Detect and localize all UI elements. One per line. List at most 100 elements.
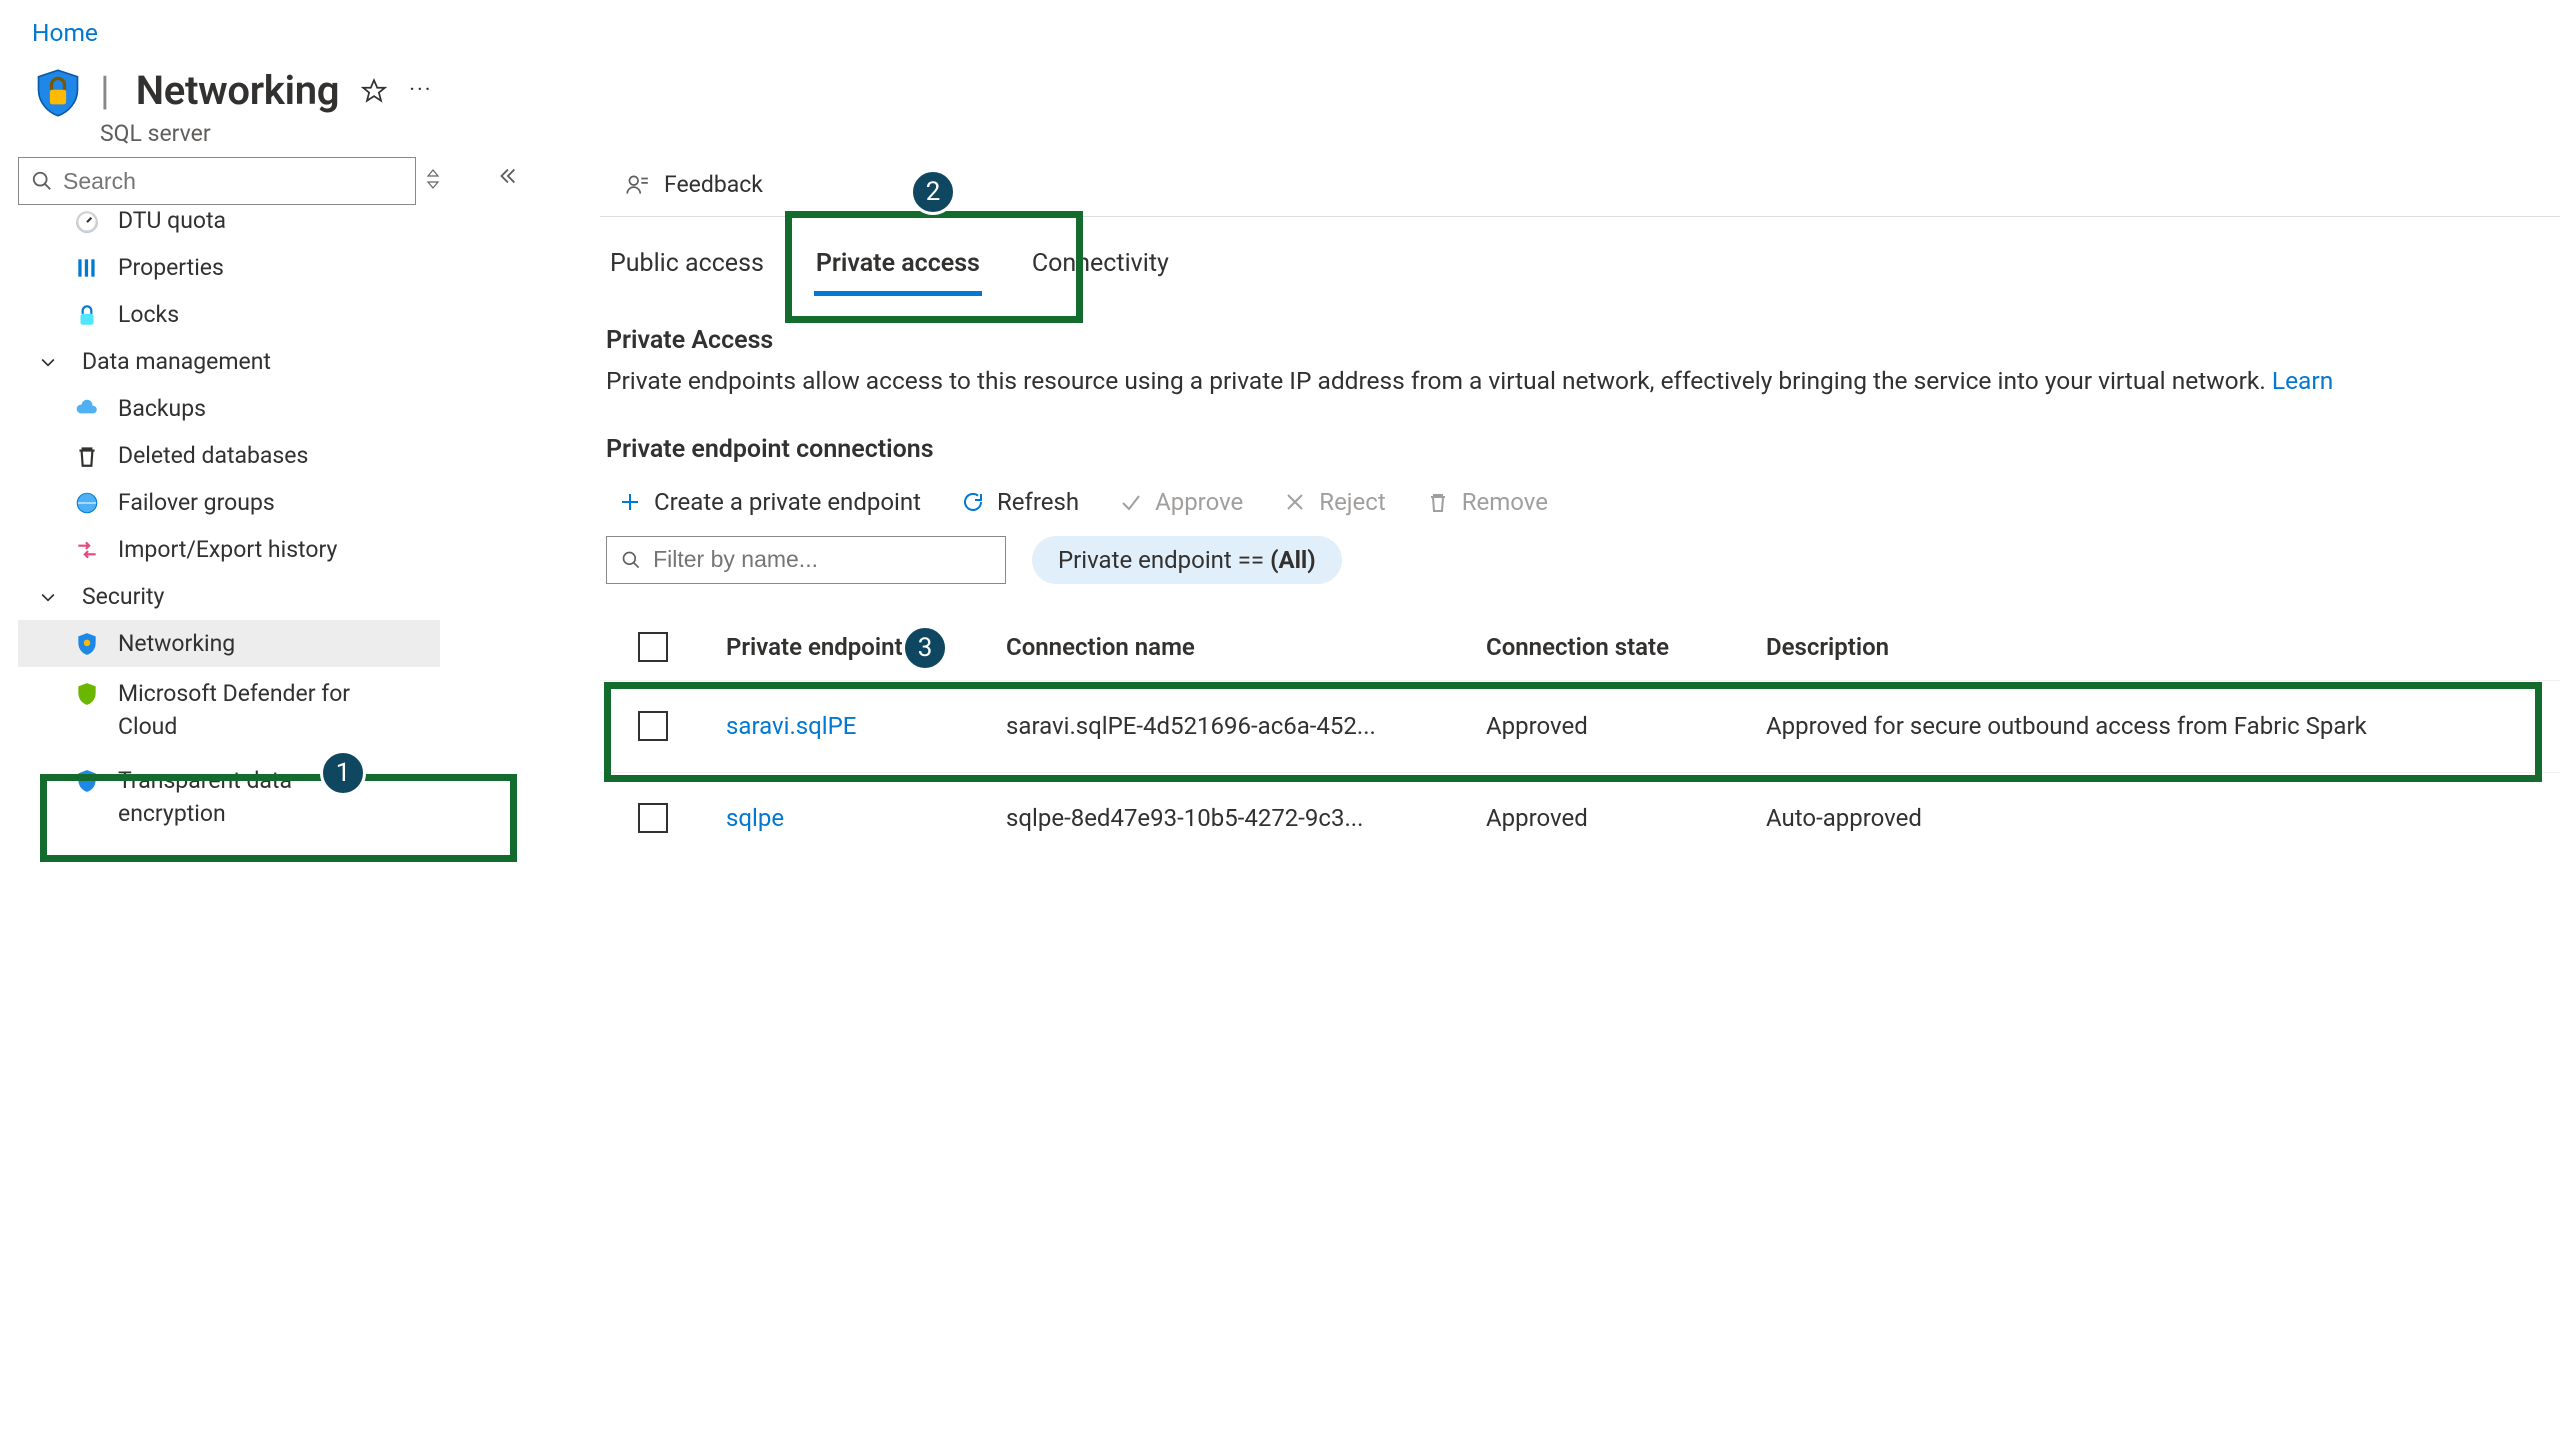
pe-description: Approved for secure outbound access from… <box>1760 702 2540 750</box>
pe-connection-name: saravi.sqlPE-4d521696-ac6a-452... <box>1000 702 1480 750</box>
close-icon <box>1283 490 1307 514</box>
shield-defender-icon <box>74 681 100 707</box>
sidebar-nav: DTU quota Properties Locks <box>18 207 440 1047</box>
lock-icon <box>74 302 100 328</box>
col-description[interactable]: Description <box>1760 623 2540 671</box>
sidebar-item-tde[interactable]: Transparent data encryption <box>18 754 440 841</box>
toolbar-label: Reject <box>1319 488 1385 516</box>
sidebar-group-data-management[interactable]: Data management <box>18 338 440 385</box>
pe-connections-heading: Private endpoint connections <box>606 435 2560 464</box>
refresh-button[interactable]: Refresh <box>961 488 1079 516</box>
tab-public-access[interactable]: Public access <box>608 241 766 296</box>
col-connection-name[interactable]: Connection name <box>1000 623 1480 671</box>
table-row[interactable]: saravi.sqlPE saravi.sqlPE-4d521696-ac6a-… <box>600 680 2560 772</box>
sidebar-group-label: Data management <box>82 348 271 375</box>
sidebar-item-import-export-history[interactable]: Import/Export history <box>18 526 440 573</box>
filter-by-name[interactable] <box>606 536 1006 584</box>
sidebar-item-label: Deleted databases <box>118 442 308 469</box>
sidebar-search[interactable] <box>18 157 416 205</box>
main-content: Feedback Public access Private access Co… <box>440 147 2560 864</box>
sidebar-item-label: Import/Export history <box>118 536 337 563</box>
sidebar-item-label: Transparent data encryption <box>118 764 378 831</box>
pe-state: Approved <box>1480 794 1760 842</box>
shield-tde-icon <box>74 768 100 794</box>
sidebar-group-label: Security <box>82 583 164 610</box>
sidebar-item-failover-groups[interactable]: Failover groups <box>18 479 440 526</box>
resource-type-subtitle: SQL server <box>100 120 432 147</box>
globe-icon <box>74 490 100 516</box>
col-connection-state[interactable]: Connection state <box>1480 623 1760 671</box>
filter-input[interactable] <box>653 546 991 573</box>
search-icon <box>621 549 641 571</box>
sidebar-item-backups[interactable]: Backups <box>18 385 440 432</box>
favorite-star-icon[interactable] <box>361 78 387 104</box>
feedback-label: Feedback <box>664 171 763 198</box>
sidebar-group-security[interactable]: Security <box>18 573 440 620</box>
learn-more-link[interactable]: Learn <box>2272 366 2333 395</box>
refresh-icon <box>961 490 985 514</box>
sidebar-search-input[interactable] <box>63 168 403 195</box>
sidebar: DTU quota Properties Locks <box>0 147 440 1047</box>
page-header: | Networking ··· SQL server <box>0 47 2560 147</box>
backup-cloud-icon <box>74 396 100 422</box>
chevron-down-icon <box>38 352 58 372</box>
sidebar-item-properties[interactable]: Properties <box>18 244 440 291</box>
more-actions-icon[interactable]: ··· <box>409 78 432 103</box>
pe-table: Private endpoint Connection name Connect… <box>600 614 2560 864</box>
filter-pill-value: (All) <box>1270 546 1316 574</box>
sidebar-item-dtu-quota[interactable]: DTU quota <box>18 207 440 244</box>
pe-link[interactable]: sqlpe <box>720 794 1000 842</box>
pe-state: Approved <box>1480 702 1760 750</box>
plus-icon <box>618 490 642 514</box>
pe-link[interactable]: saravi.sqlPE <box>720 702 1000 750</box>
breadcrumb-home-link[interactable]: Home <box>32 18 98 47</box>
sidebar-item-label: DTU quota <box>118 207 226 234</box>
sidebar-item-deleted-databases[interactable]: Deleted databases <box>18 432 440 479</box>
sidebar-item-label: Microsoft Defender for Cloud <box>118 677 378 744</box>
section-private-access-desc: Private endpoints allow access to this r… <box>606 363 2560 399</box>
sidebar-item-locks[interactable]: Locks <box>18 291 440 338</box>
sql-server-shield-icon <box>32 67 84 119</box>
toolbar-label: Remove <box>1462 488 1548 516</box>
select-all-checkbox[interactable] <box>638 632 668 662</box>
gauge-icon <box>74 208 100 234</box>
row-checkbox[interactable] <box>638 803 668 833</box>
import-export-icon <box>74 537 100 563</box>
pe-connection-name: sqlpe-8ed47e93-10b5-4272-9c3... <box>1000 794 1480 842</box>
tabs: Public access Private access Connectivit… <box>600 217 2560 296</box>
create-pe-button[interactable]: Create a private endpoint <box>618 488 921 516</box>
row-checkbox[interactable] <box>638 711 668 741</box>
tab-connectivity[interactable]: Connectivity <box>1030 241 1171 296</box>
sidebar-item-label: Networking <box>118 630 235 657</box>
filter-pill-prefix: Private endpoint == <box>1058 546 1264 574</box>
toolbar-label: Approve <box>1155 488 1243 516</box>
sidebar-item-defender[interactable]: Microsoft Defender for Cloud <box>18 667 440 754</box>
title-separator: | <box>100 67 110 114</box>
toolbar-label: Refresh <box>997 488 1079 516</box>
section-private-access-title: Private Access <box>606 326 2560 355</box>
tab-private-access[interactable]: Private access <box>814 241 982 296</box>
sidebar-item-label: Failover groups <box>118 489 275 516</box>
properties-icon <box>74 255 100 281</box>
reject-button: Reject <box>1283 488 1385 516</box>
remove-button: Remove <box>1426 488 1548 516</box>
trash-icon <box>74 443 100 469</box>
filter-row: Private endpoint == (All) <box>600 534 2560 600</box>
search-icon <box>31 170 53 192</box>
feedback-button[interactable]: Feedback <box>600 165 2560 216</box>
page-title: Networking <box>136 67 339 114</box>
feedback-icon <box>624 172 650 198</box>
pe-description: Auto-approved <box>1760 794 2540 842</box>
table-row[interactable]: sqlpe sqlpe-8ed47e93-10b5-4272-9c3... Ap… <box>600 772 2560 864</box>
sidebar-item-label: Locks <box>118 301 179 328</box>
trash-icon <box>1426 490 1450 514</box>
sidebar-item-label: Properties <box>118 254 224 281</box>
filter-pill-private-endpoint[interactable]: Private endpoint == (All) <box>1032 536 1342 584</box>
col-private-endpoint[interactable]: Private endpoint <box>720 623 1000 671</box>
shield-networking-icon <box>74 631 100 657</box>
approve-button: Approve <box>1119 488 1243 516</box>
sidebar-item-networking[interactable]: Networking <box>18 620 440 667</box>
breadcrumb: Home <box>0 0 2560 47</box>
pe-toolbar: Create a private endpoint Refresh Approv… <box>600 482 2560 534</box>
search-expand-icon[interactable] <box>426 169 440 194</box>
